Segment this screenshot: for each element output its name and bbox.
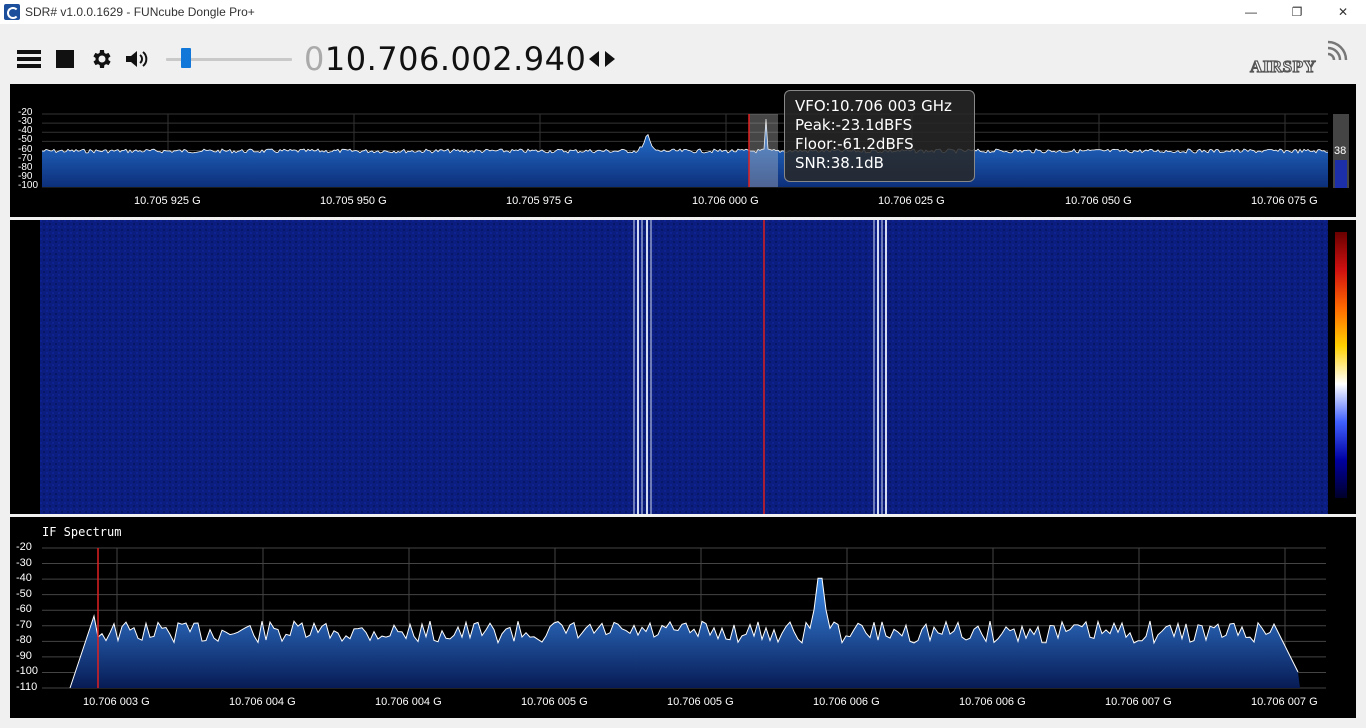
if-spectrum-x-tick: 10.706 003 G (83, 696, 150, 708)
vfo-tooltip: VFO:10.706 003 GHz Peak:-23.1dBFS Floor:… (784, 90, 975, 182)
minimize-button[interactable]: — (1228, 0, 1274, 24)
if-spectrum-x-tick: 10.706 005 G (521, 696, 588, 708)
if-spectrum-y-tick: -100 (16, 665, 39, 678)
tooltip-floor: Floor:-61.2dBFS (795, 135, 914, 153)
stop-icon[interactable] (56, 50, 74, 68)
tooltip-peak: Peak:-23.1dBFS (795, 116, 913, 134)
if-spectrum-y-tick: -50 (16, 587, 32, 600)
if-spectrum-x-tick: 10.706 004 G (229, 696, 296, 708)
spectrum-gain-value: 38 (1334, 145, 1347, 157)
gear-icon[interactable] (89, 47, 113, 71)
frequency-leading-digit: 0 (304, 40, 325, 78)
menu-icon[interactable] (17, 50, 41, 68)
if-spectrum-y-tick: -40 (16, 572, 32, 585)
if-spectrum-y-tick: -60 (16, 603, 32, 616)
if-spectrum-x-tick: 10.706 004 G (375, 696, 442, 708)
spectrum-y-tick: -100 (18, 180, 39, 191)
spectrum-plot[interactable] (10, 84, 1356, 217)
if-spectrum-y-tick: -80 (16, 634, 32, 647)
if-spectrum-y-tick: -90 (16, 649, 32, 662)
waterfall-colorbar (1335, 232, 1347, 498)
window-controls: — ❐ ✕ (1228, 0, 1366, 24)
speaker-icon[interactable] (124, 48, 150, 70)
toolbar: 010.706.002.940 AIRSPY (0, 24, 1366, 84)
if-spectrum-x-tick: 10.706 006 G (813, 696, 880, 708)
frequency-digits: 10.706.002.940 (324, 40, 587, 78)
sdrsharp-app-icon (4, 4, 20, 20)
spectrum-x-tick: 10.705 925 G (134, 195, 201, 207)
if-spectrum-x-tick: 10.706 007 G (1251, 696, 1318, 708)
spectrum-x-tick: 10.706 025 G (878, 195, 945, 207)
spectrum-gain-fill (1335, 160, 1347, 188)
svg-text:AIRSPY: AIRSPY (1250, 57, 1316, 76)
title-bar: SDR# v1.0.0.1629 - FUNcube Dongle Pro+ —… (0, 0, 1366, 24)
volume-slider[interactable] (166, 46, 292, 72)
spectrum-x-tick: 10.706 075 G (1251, 195, 1318, 207)
tooltip-snr: SNR:38.1dB (795, 154, 884, 172)
volume-thumb[interactable] (181, 48, 191, 68)
if-spectrum-x-tick: 10.706 007 G (1105, 696, 1172, 708)
close-button[interactable]: ✕ (1320, 0, 1366, 24)
if-spectrum-y-tick: -20 (16, 541, 32, 553)
if-spectrum-x-tick: 10.706 006 G (959, 696, 1026, 708)
spectrum-x-tick: 10.705 950 G (320, 195, 387, 207)
spectrum-x-tick: 10.706 000 G (692, 195, 759, 207)
tuning-arrows-icon[interactable] (589, 51, 615, 67)
frequency-display[interactable]: 010.706.002.940 (304, 40, 586, 78)
airspy-logo: AIRSPY (1249, 40, 1348, 77)
if-spectrum-y-tick: -30 (16, 556, 32, 569)
spectrum-x-tick: 10.705 975 G (506, 195, 573, 207)
if-spectrum-title: IF Spectrum (42, 525, 122, 539)
tooltip-vfo: VFO:10.706 003 GHz (795, 97, 952, 115)
restore-button[interactable]: ❐ (1274, 0, 1320, 24)
waterfall-plot[interactable] (10, 220, 1356, 514)
if-spectrum-x-tick: 10.706 005 G (667, 696, 734, 708)
window-title: SDR# v1.0.0.1629 - FUNcube Dongle Pro+ (25, 5, 255, 19)
if-spectrum-y-tick: -110 (16, 681, 38, 693)
spectrum-x-tick: 10.706 050 G (1065, 195, 1132, 207)
if-spectrum-y-tick: -70 (16, 618, 32, 631)
if-spectrum-plot[interactable] (10, 517, 1356, 718)
